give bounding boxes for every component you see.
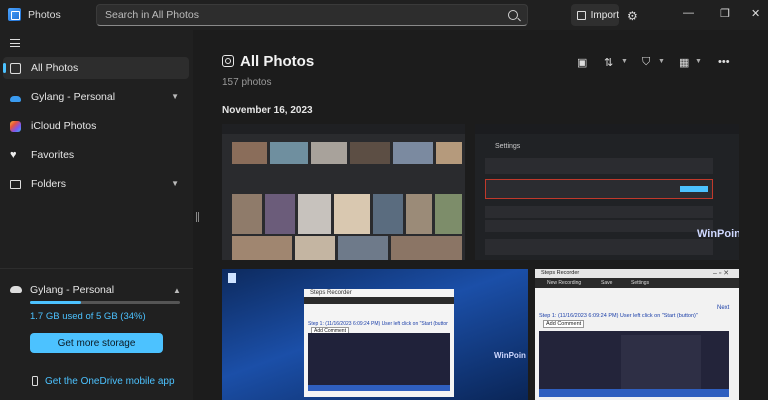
- photo-count: 157 photos: [222, 77, 272, 88]
- chevron-down-icon[interactable]: ▼: [695, 58, 702, 65]
- page-title: All Photos: [240, 53, 315, 70]
- photo-thumbnail[interactable]: Steps Recorder – ▫ ✕ New Recording Save …: [535, 269, 739, 400]
- thumbnail-step-text: Step 1: (11/16/2023 6:09:24 PM) User lef…: [539, 313, 698, 319]
- sidebar-item-label: Gylang - Personal: [31, 91, 116, 103]
- thumbnail-new-recording: New Recording: [547, 280, 582, 286]
- search-placeholder: Search in All Photos: [105, 9, 199, 21]
- folder-icon: [10, 180, 21, 189]
- all-photos-icon: [10, 62, 21, 74]
- icloud-icon: [10, 120, 21, 132]
- onedrive-cloud-icon: [10, 96, 21, 102]
- sidebar-item-all-photos[interactable]: All Photos: [3, 57, 189, 79]
- slideshow-icon[interactable]: ▣: [577, 56, 587, 69]
- sidebar-divider: [0, 268, 193, 269]
- chevron-down-icon[interactable]: ▼: [658, 58, 665, 65]
- thumbnail-window-title: Steps Recorder: [310, 290, 352, 296]
- import-label: Import: [590, 9, 619, 21]
- maximize-icon[interactable]: ❐: [720, 7, 730, 20]
- sidebar-item-label: iCloud Photos: [31, 120, 97, 132]
- photo-thumbnail[interactable]: [222, 124, 465, 260]
- chevron-down-icon[interactable]: ▼: [621, 58, 628, 65]
- close-icon[interactable]: ✕: [751, 7, 760, 20]
- get-more-storage-button[interactable]: Get more storage: [30, 333, 163, 353]
- more-options-icon[interactable]: •••: [718, 56, 730, 68]
- sidebar: All Photos Gylang - Personal ▼ iCloud Ph…: [0, 30, 193, 400]
- thumbnail-next: Next: [717, 305, 730, 311]
- onedrive-mobile-link[interactable]: Get the OneDrive mobile app: [45, 376, 175, 387]
- sidebar-item-label: Favorites: [31, 149, 75, 161]
- winpoin-watermark: WinPoin: [697, 228, 739, 240]
- date-group-label: November 16, 2023: [222, 105, 313, 116]
- photo-thumbnail[interactable]: Steps Recorder Step 1: (11/16/2023 6:09:…: [222, 269, 528, 400]
- onedrive-account-name: Gylang - Personal: [30, 284, 115, 296]
- photos-app-icon: [8, 8, 21, 21]
- chevron-down-icon[interactable]: ▼: [171, 179, 179, 188]
- storage-progress-fill: [30, 301, 81, 304]
- hamburger-menu-icon[interactable]: [10, 39, 20, 47]
- chevron-down-icon[interactable]: ▼: [171, 92, 179, 101]
- winpoin-watermark: WinPoin: [494, 351, 526, 360]
- sidebar-item-label: All Photos: [31, 62, 79, 74]
- thumbnail-window-controls: – ▫ ✕: [713, 270, 730, 277]
- view-grid-icon[interactable]: ▦: [679, 56, 689, 69]
- title-bar: Photos Search in All Photos Import ⚙ — ❐…: [0, 0, 768, 30]
- sidebar-item-label: Folders: [31, 178, 67, 190]
- sidebar-item-folders[interactable]: Folders ▼: [3, 173, 189, 195]
- gear-icon[interactable]: ⚙: [627, 9, 638, 23]
- search-icon[interactable]: [508, 10, 518, 20]
- filter-icon[interactable]: ⛉: [642, 56, 650, 69]
- thumbnail-window-title: Steps Recorder: [541, 270, 580, 276]
- thumbnail-settings: Settings: [631, 280, 650, 286]
- import-button[interactable]: Import: [571, 4, 619, 26]
- storage-progress-bar: [30, 301, 180, 304]
- all-photos-icon: [222, 55, 234, 67]
- minimize-icon[interactable]: —: [683, 7, 694, 19]
- import-icon: [577, 10, 586, 20]
- sidebar-resize-handle[interactable]: [196, 212, 199, 222]
- storage-usage-text: 1.7 GB used of 5 GB (34%): [30, 311, 146, 322]
- chevron-up-icon[interactable]: ▲: [173, 286, 181, 295]
- main-content: All Photos 157 photos ▣ ⇅ ▼ ⛉ ▼ ▦ ▼ ••• …: [200, 30, 768, 400]
- mobile-phone-icon: [32, 376, 38, 386]
- heart-icon: ♥: [10, 148, 17, 161]
- app-title: Photos: [28, 9, 61, 21]
- thumbnail-save: Save: [601, 280, 613, 286]
- sidebar-item-onedrive[interactable]: Gylang - Personal ▼: [3, 86, 189, 108]
- thumbnail-settings-text: Settings: [495, 143, 521, 150]
- thumbnail-add-comment: Add Comment: [543, 320, 585, 328]
- photo-thumbnail[interactable]: Settings WinPoin: [475, 124, 739, 260]
- sidebar-item-icloud[interactable]: iCloud Photos: [3, 115, 189, 137]
- sort-icon[interactable]: ⇅: [604, 56, 613, 69]
- onedrive-cloud-icon: [10, 286, 22, 293]
- sidebar-item-favorites[interactable]: ♥ Favorites: [3, 144, 189, 166]
- search-input[interactable]: Search in All Photos: [96, 4, 528, 26]
